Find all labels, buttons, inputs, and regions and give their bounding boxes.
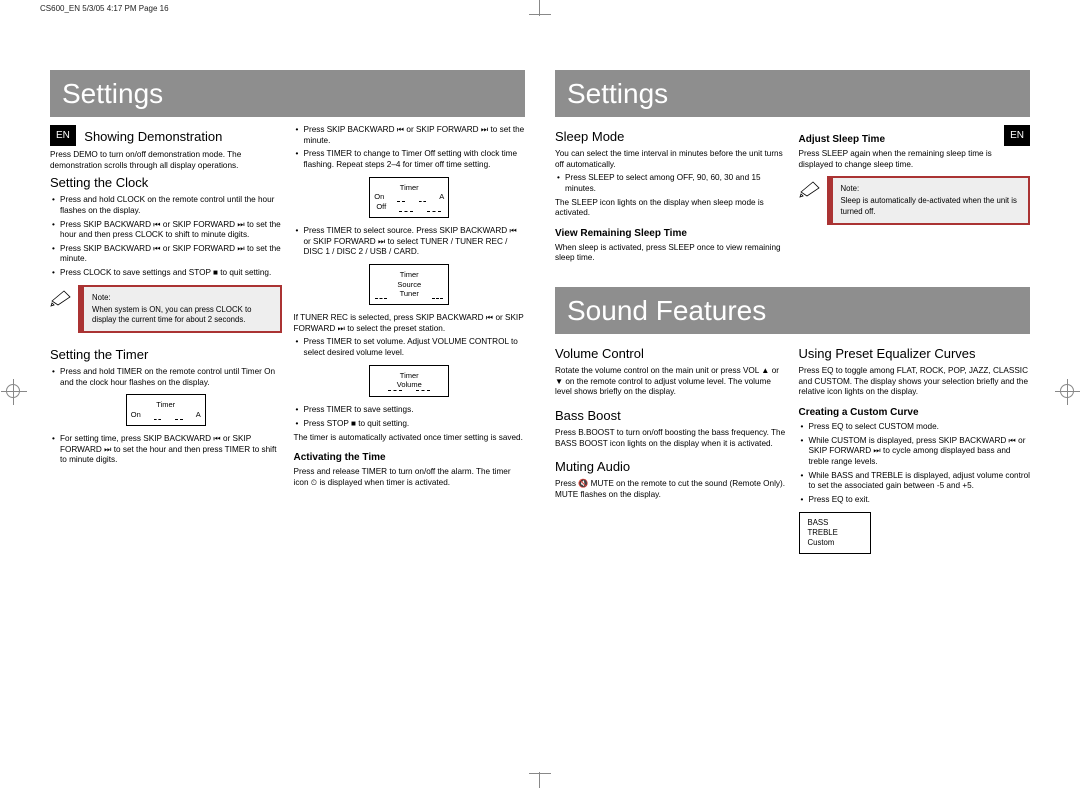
step: Press SKIP BACKWARD ⏮ or SKIP FORWARD ⏭ … [294, 125, 526, 146]
heading-muting: Muting Audio [555, 459, 787, 476]
page-title-sound: Sound Features [555, 287, 1030, 334]
diagram-timer-volume: Timer Volume [369, 365, 449, 398]
lang-badge: EN [50, 125, 76, 146]
heading-sleep-mode: Sleep Mode [555, 129, 787, 146]
heading-setting-timer: Setting the Timer [50, 347, 282, 364]
text: Press DEMO to turn on/off demonstration … [50, 150, 282, 171]
diagram-timer-onoff: Timer OnA Off [369, 177, 449, 218]
text: Rotate the volume control on the main un… [555, 366, 787, 398]
text: Press and release TIMER to turn on/off t… [294, 467, 526, 488]
step: Press TIMER to save settings. [294, 405, 526, 416]
heading-bass-boost: Bass Boost [555, 408, 787, 425]
heading-custom-curve: Creating a Custom Curve [799, 406, 1031, 419]
step: Press CLOCK to save settings and STOP ■ … [50, 268, 282, 279]
step: Press STOP ■ to quit setting. [294, 419, 526, 430]
heading-volume: Volume Control [555, 346, 787, 363]
text: When sleep is activated, press SLEEP onc… [555, 243, 787, 264]
text: The timer is automatically activated onc… [294, 433, 526, 444]
step: Press EQ to exit. [799, 495, 1031, 506]
step: While BASS and TREBLE is displayed, adju… [799, 471, 1031, 492]
step: Press EQ to select CUSTOM mode. [799, 422, 1031, 433]
heading-showing-demo: Showing Demonstration [84, 129, 222, 146]
step: Press SKIP BACKWARD ⏮ or SKIP FORWARD ⏭ … [50, 244, 282, 265]
lang-badge: EN [1004, 125, 1030, 146]
page-title-left: Settings [50, 70, 525, 117]
text: You can select the time interval in minu… [555, 149, 787, 170]
note-box: Note: When system is ON, you can press C… [78, 285, 282, 333]
note-text: Sleep is automatically de-activated when… [841, 196, 1017, 215]
heading-view-remaining: View Remaining Sleep Time [555, 227, 787, 240]
diagram-timer-on: Timer OnA [126, 394, 206, 426]
text: Press B.BOOST to turn on/off boosting th… [555, 428, 787, 449]
text: Press SLEEP again when the remaining sle… [799, 149, 1031, 170]
step: Press and hold CLOCK on the remote contr… [50, 195, 282, 216]
step: Press TIMER to set volume. Adjust VOLUME… [294, 337, 526, 358]
step: While CUSTOM is displayed, press SKIP BA… [799, 436, 1031, 468]
step: Press TIMER to change to Timer Off setti… [294, 149, 526, 170]
heading-adjust-sleep: Adjust Sleep Time [799, 133, 1031, 146]
diagram-timer-source: Timer Source Tuner [369, 264, 449, 305]
heading-setting-clock: Setting the Clock [50, 175, 282, 192]
step: For setting time, press SKIP BACKWARD ⏮ … [50, 434, 282, 466]
note-text: When system is ON, you can press CLOCK t… [92, 305, 251, 324]
step: Press SKIP BACKWARD ⏮ or SKIP FORWARD ⏭ … [50, 220, 282, 241]
heading-preset-eq: Using Preset Equalizer Curves [799, 346, 1031, 363]
note-icon [50, 287, 74, 307]
note-box: Note: Sleep is automatically de-activate… [827, 176, 1031, 224]
crop-mark-right [1060, 384, 1074, 398]
note-label: Note: [92, 293, 272, 303]
note-label: Note: [841, 184, 1021, 194]
crop-mark-left [6, 384, 20, 398]
text: Press EQ to toggle among FLAT, ROCK, POP… [799, 366, 1031, 398]
print-header: CS600_EN 5/3/05 4:17 PM Page 16 [40, 4, 169, 14]
text: Press 🔇 MUTE on the remote to cut the so… [555, 479, 787, 500]
note-icon [799, 178, 823, 198]
text: The SLEEP icon lights on the display whe… [555, 198, 787, 219]
step: Press SLEEP to select among OFF, 90, 60,… [555, 173, 787, 194]
page-right: Settings Sleep Mode You can select the t… [555, 70, 1030, 740]
diagram-eq: BASS TREBLE Custom [799, 512, 871, 554]
text: If TUNER REC is selected, press SKIP BAC… [294, 313, 526, 334]
step: Press TIMER to select source. Press SKIP… [294, 226, 526, 258]
heading-activating-time: Activating the Time [294, 451, 526, 464]
step: Press and hold TIMER on the remote contr… [50, 367, 282, 388]
page-title-right: Settings [555, 70, 1030, 117]
page-left: Settings EN Showing Demonstration Press … [50, 70, 525, 740]
